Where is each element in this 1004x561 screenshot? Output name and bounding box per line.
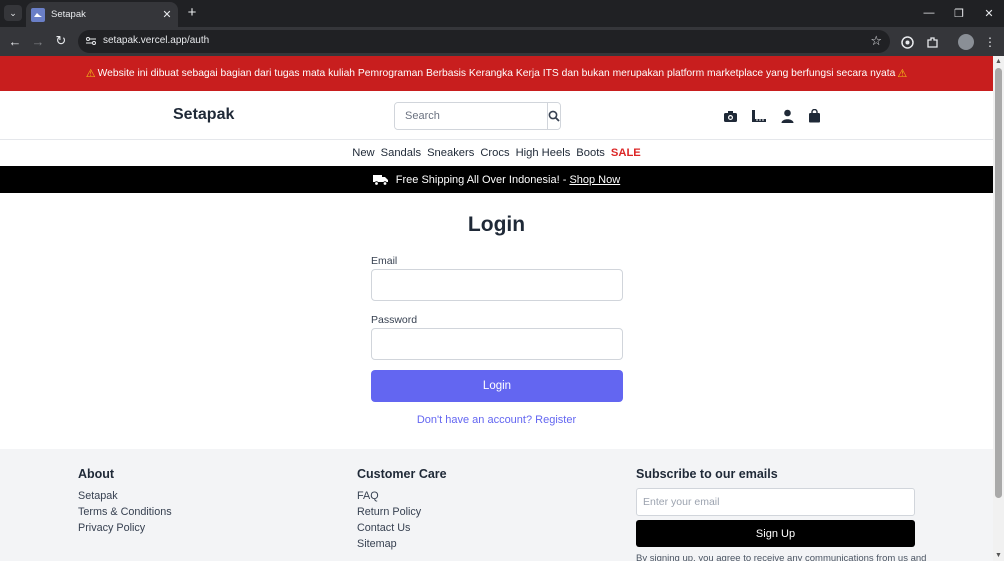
close-icon[interactable]: ✕ bbox=[160, 8, 174, 21]
search-icon bbox=[548, 110, 560, 122]
nav-item-new[interactable]: New bbox=[352, 147, 374, 159]
back-icon[interactable]: ← bbox=[5, 31, 25, 51]
warning-icon: ⚠ bbox=[85, 68, 96, 80]
site-header: Setapak bbox=[0, 91, 993, 140]
brand-logo[interactable]: Setapak bbox=[173, 106, 234, 124]
shop-now-link[interactable]: Shop Now bbox=[569, 174, 620, 186]
footer-care-heading: Customer Care bbox=[357, 467, 447, 481]
password-label: Password bbox=[371, 314, 418, 326]
menu-icon[interactable]: ⋮ bbox=[981, 33, 999, 51]
nav-item-sneakers[interactable]: Sneakers bbox=[427, 147, 474, 159]
nav-item-crocs[interactable]: Crocs bbox=[480, 147, 509, 159]
subscribe-note: By signing up, you agree to receive any … bbox=[636, 553, 927, 561]
browser-tab-bar: ⌄ Setapak ✕ + — ❐ ✕ bbox=[0, 0, 1004, 27]
browser-toolbar: ← → ↻ setapak.vercel.app/auth ☆ ⋮ bbox=[0, 27, 1004, 56]
scroll-up-icon[interactable]: ▲ bbox=[995, 58, 1002, 65]
register-link[interactable]: Don't have an account? Register bbox=[0, 414, 993, 426]
footer-link-sitemap[interactable]: Sitemap bbox=[357, 538, 397, 550]
shopping-bag-icon[interactable] bbox=[806, 108, 822, 124]
footer-link-contact[interactable]: Contact Us bbox=[357, 522, 410, 534]
subscribe-email-input[interactable]: Enter your email bbox=[636, 488, 915, 516]
extension-icon[interactable] bbox=[898, 33, 916, 51]
shipping-text: Free Shipping All Over Indonesia! - bbox=[395, 173, 570, 186]
scroll-down-icon[interactable]: ▼ bbox=[995, 552, 1002, 559]
sign-up-button[interactable]: Sign Up bbox=[636, 520, 915, 547]
reload-icon[interactable]: ↻ bbox=[51, 31, 71, 51]
disclaimer-text: Website ini dibuat sebagai bagian dari t… bbox=[97, 68, 896, 79]
footer-link-return-policy[interactable]: Return Policy bbox=[357, 506, 421, 518]
search-box bbox=[394, 102, 561, 130]
site-favicon-icon bbox=[31, 7, 45, 22]
restore-icon[interactable]: ❐ bbox=[944, 3, 974, 23]
browser-tab[interactable]: Setapak ✕ bbox=[26, 2, 178, 27]
minimize-icon[interactable]: — bbox=[914, 3, 944, 23]
footer-subscribe-heading: Subscribe to our emails bbox=[636, 467, 778, 481]
camera-icon[interactable] bbox=[722, 108, 738, 124]
email-label: Email bbox=[371, 255, 398, 267]
shipping-banner: Free Shipping All Over Indonesia! - Shop… bbox=[0, 166, 993, 193]
footer-link-terms[interactable]: Terms & Conditions bbox=[78, 506, 172, 518]
site-info-icon[interactable] bbox=[85, 35, 97, 47]
ruler-icon[interactable] bbox=[751, 108, 767, 124]
nav-item-high-heels[interactable]: High Heels bbox=[516, 147, 571, 159]
puzzle-icon[interactable] bbox=[923, 33, 941, 51]
plus-icon[interactable]: + bbox=[184, 4, 200, 22]
nav-item-sale[interactable]: SALE bbox=[611, 147, 641, 159]
footer-link-privacy[interactable]: Privacy Policy bbox=[78, 522, 145, 534]
tab-search-icon[interactable]: ⌄ bbox=[4, 5, 22, 21]
category-nav: New Sandals Sneakers Crocs High Heels Bo… bbox=[0, 140, 993, 166]
footer-about-heading: About bbox=[78, 467, 115, 481]
page-content: ⚠ Website ini dibuat sebagai bagian dari… bbox=[0, 56, 993, 561]
login-button[interactable]: Login bbox=[371, 370, 623, 402]
site-footer: About Setapak Terms & Conditions Privacy… bbox=[0, 449, 993, 561]
footer-link-faq[interactable]: FAQ bbox=[357, 490, 379, 502]
password-field[interactable] bbox=[371, 328, 623, 360]
address-bar[interactable]: setapak.vercel.app/auth ☆ bbox=[78, 30, 890, 53]
email-field[interactable] bbox=[371, 269, 623, 301]
close-window-icon[interactable]: ✕ bbox=[974, 3, 1004, 23]
scroll-thumb[interactable] bbox=[995, 68, 1002, 498]
warning-icon: ⚠ bbox=[897, 68, 908, 80]
nav-item-boots[interactable]: Boots bbox=[576, 147, 605, 159]
page-scrollbar[interactable]: ▲ ▼ bbox=[993, 56, 1004, 561]
truck-icon bbox=[372, 174, 388, 186]
star-icon[interactable]: ☆ bbox=[870, 33, 882, 49]
tab-title: Setapak bbox=[51, 9, 86, 20]
forward-icon[interactable]: → bbox=[28, 31, 48, 51]
url-text: setapak.vercel.app/auth bbox=[103, 35, 210, 46]
page-title: Login bbox=[467, 213, 526, 236]
search-button[interactable] bbox=[547, 103, 560, 129]
footer-link-setapak[interactable]: Setapak bbox=[78, 490, 118, 502]
user-icon[interactable] bbox=[779, 108, 795, 124]
search-input[interactable] bbox=[395, 103, 547, 129]
disclaimer-banner: ⚠ Website ini dibuat sebagai bagian dari… bbox=[0, 56, 993, 91]
profile-avatar[interactable] bbox=[957, 33, 975, 51]
nav-item-sandals[interactable]: Sandals bbox=[381, 147, 421, 159]
